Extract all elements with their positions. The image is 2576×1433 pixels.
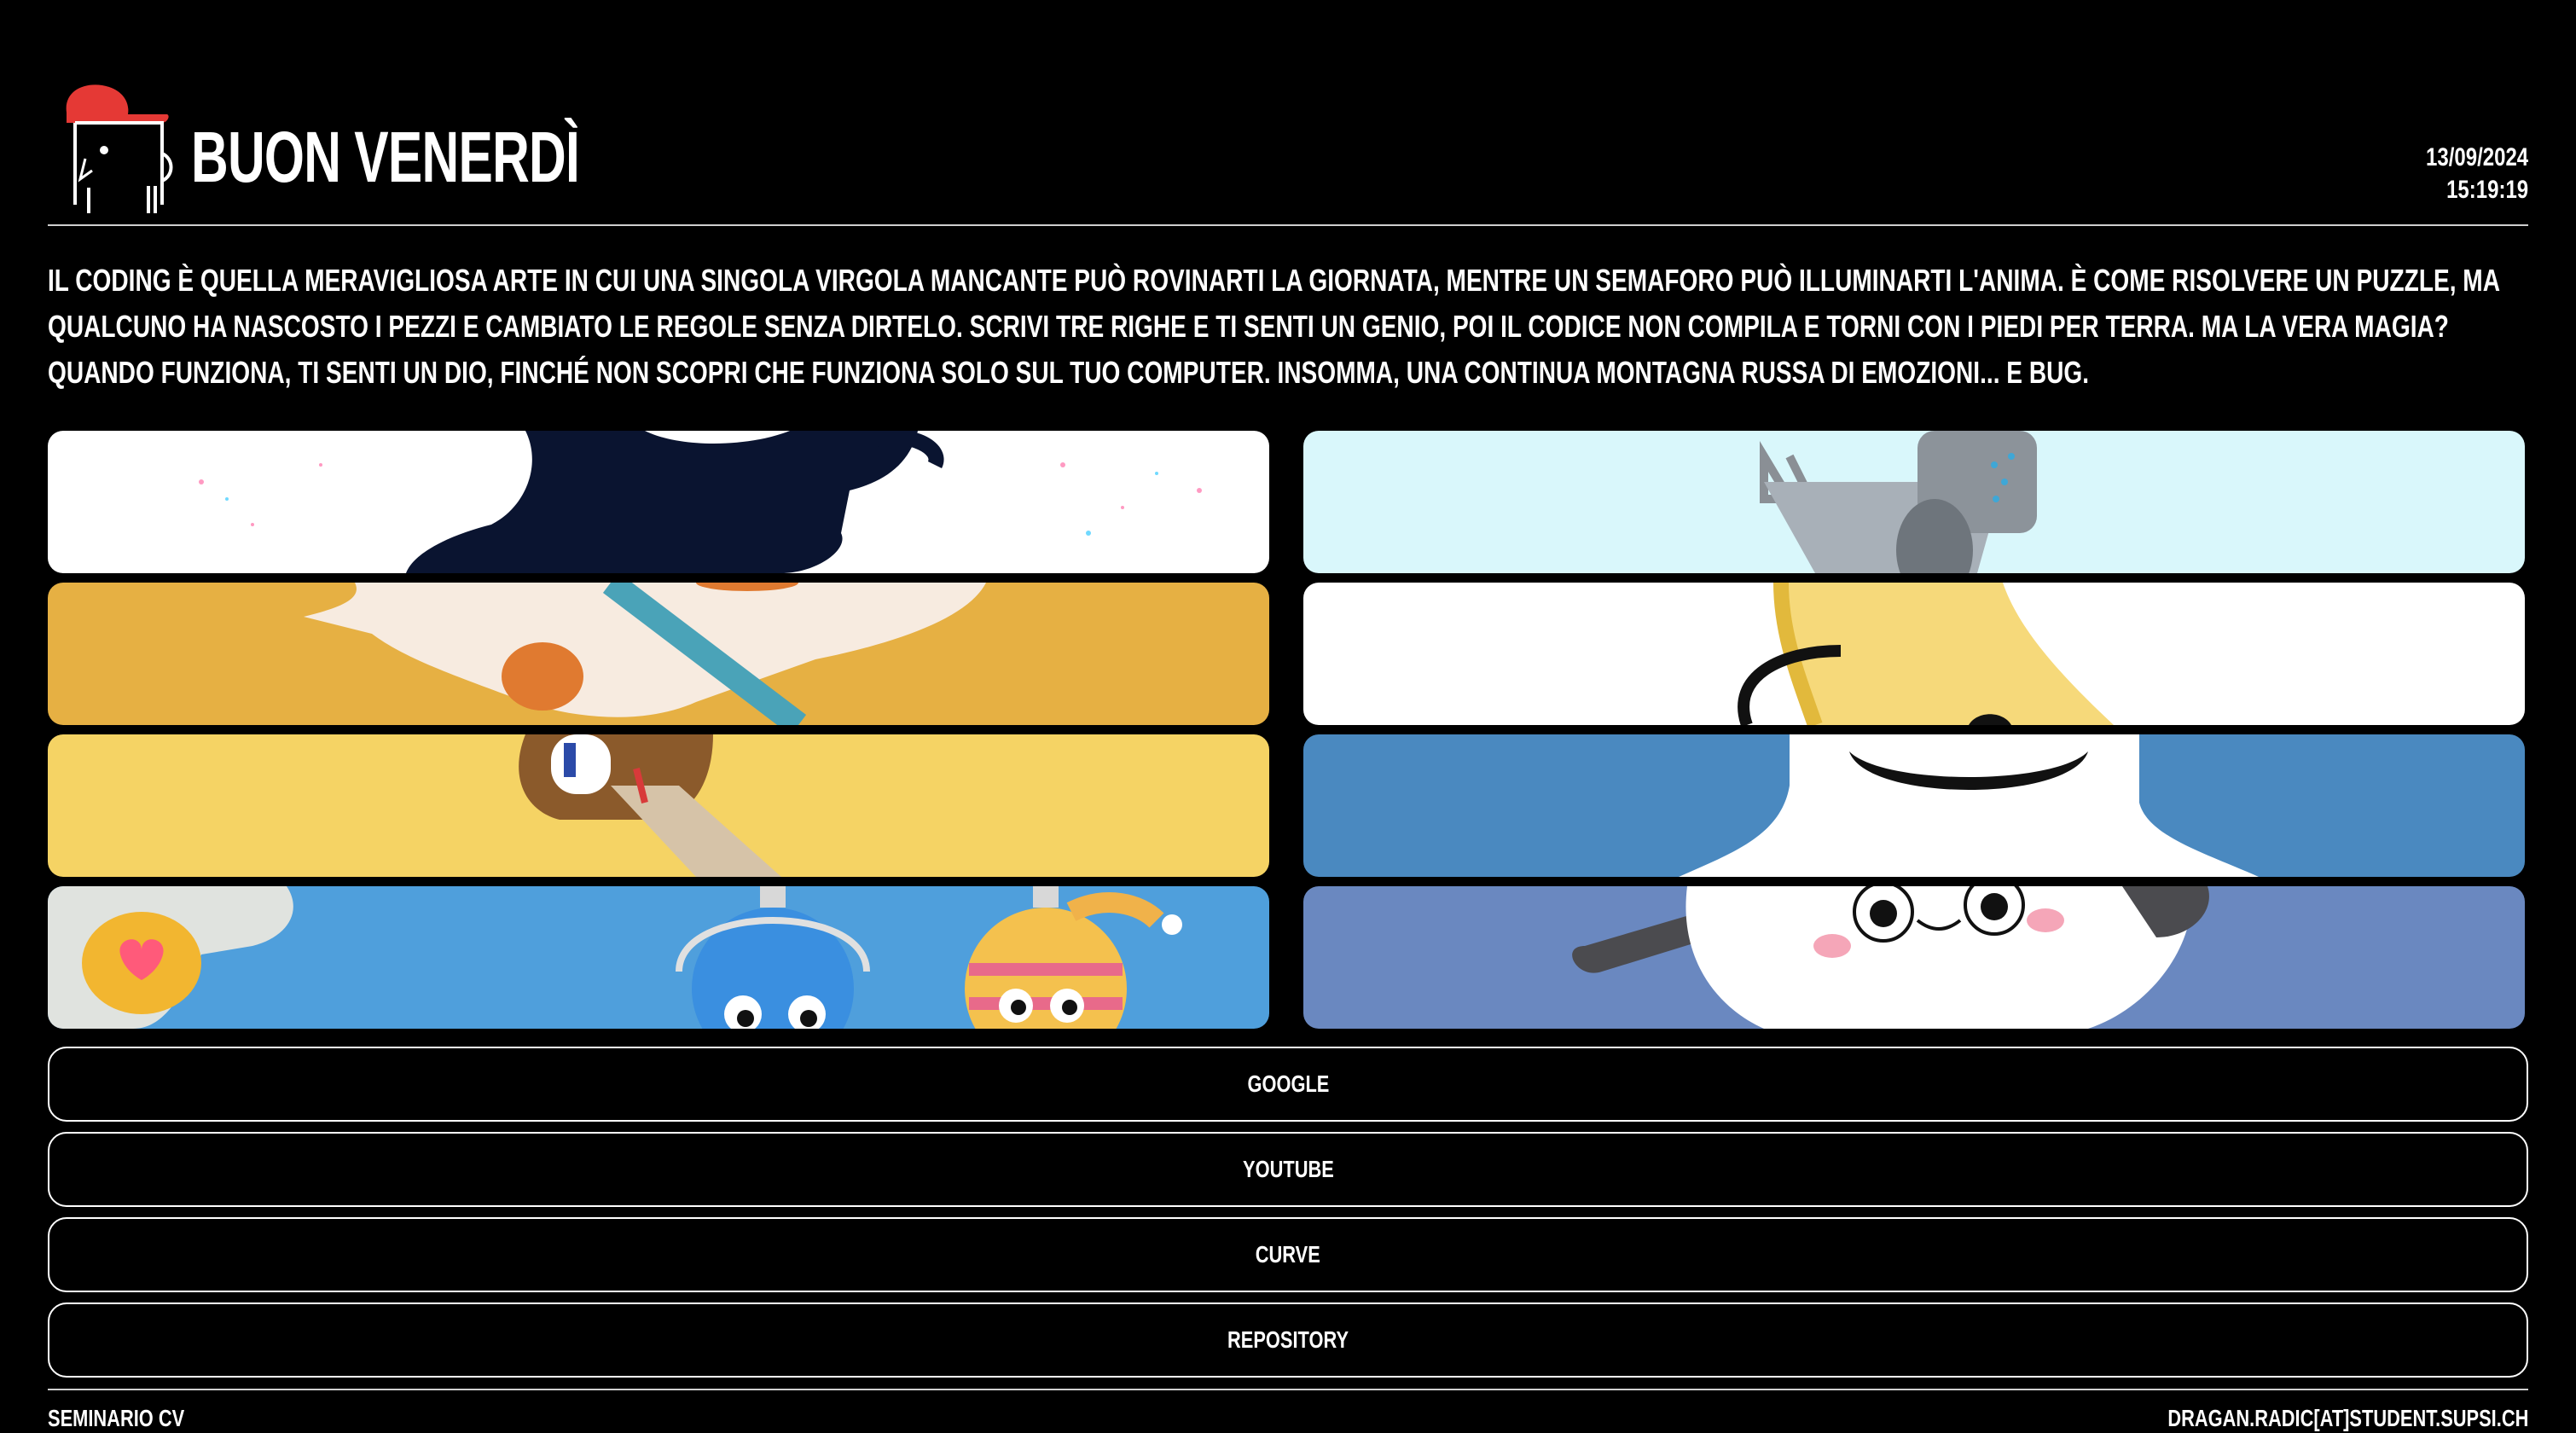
- current-time: 15:19:19: [2445, 176, 2528, 204]
- gif-gallery: [48, 431, 2525, 1030]
- header: Buon Venerdì 13/09/2024 15:19:19: [48, 72, 2528, 225]
- gallery-strip-left-3: [48, 734, 1269, 877]
- datetime: 13/09/2024 15:19:19: [2400, 142, 2528, 206]
- intro-text: Il coding è quella meravigliosa arte in …: [48, 263, 2499, 390]
- link-list: Google YouTube Curve Repository: [48, 1047, 2528, 1388]
- logo-mascot-icon: [66, 84, 173, 213]
- repository-link-button[interactable]: Repository: [48, 1302, 2528, 1378]
- footer-email: dragan.radic[at]student.supsi.ch: [2167, 1405, 2528, 1431]
- curve-link-button[interactable]: Curve: [48, 1217, 2528, 1292]
- footer-divider: [48, 1389, 2528, 1390]
- gallery-strip-right-1: [1303, 431, 2525, 573]
- gallery-strip-right-2: [1303, 583, 2525, 725]
- header-divider: [48, 224, 2528, 226]
- google-link-button[interactable]: Google: [48, 1047, 2528, 1122]
- gallery-strip-left-1: [48, 431, 1269, 573]
- gallery-strip-right-4: [1303, 886, 2525, 1029]
- current-date: 13/09/2024: [2425, 143, 2528, 171]
- gallery-strip-left-2: [48, 583, 1269, 725]
- footer-course-label: Seminario CV: [48, 1405, 185, 1431]
- youtube-link-button[interactable]: YouTube: [48, 1132, 2528, 1207]
- page-title: Buon Venerdì: [191, 117, 580, 197]
- gallery-strip-left-4: [48, 886, 1269, 1029]
- gallery-strip-right-3: [1303, 734, 2525, 877]
